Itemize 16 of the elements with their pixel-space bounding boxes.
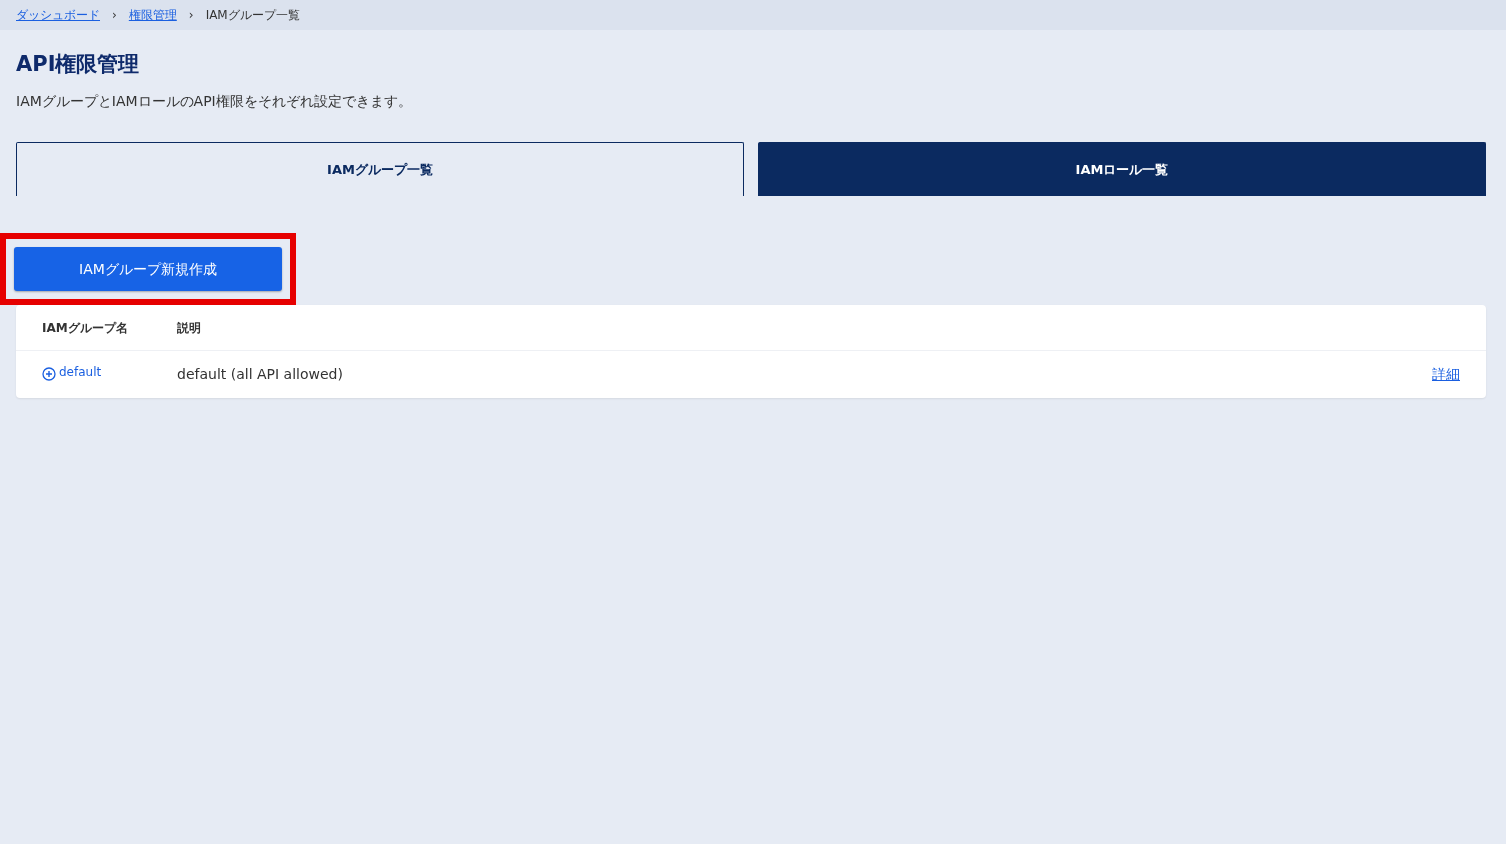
column-header: IAMグループ名 <box>42 319 129 337</box>
breadcrumb-separator: › <box>112 7 117 24</box>
plus-circle-icon <box>42 366 56 381</box>
breadcrumb-current: IAMグループ一覧 <box>205 7 300 24</box>
create-group-button[interactable]: IAMグループ新規作成 <box>14 247 282 292</box>
breadcrumb-separator: › <box>188 7 194 24</box>
detail-link[interactable]: 詳細 <box>1432 364 1460 386</box>
breadcrumb-link[interactable]: 権限管理 <box>128 6 177 24</box>
breadcrumb-link[interactable]: ダッシュボード <box>16 6 100 24</box>
page-title: API権限管理 <box>16 52 141 78</box>
page-description: IAMグループとIAMロールのAPI権限をそれぞれ設定できます。 <box>16 92 413 112</box>
group-link[interactable]: default <box>42 362 102 381</box>
table-cell-text: default (all API allowed) <box>177 365 344 385</box>
column-header: 説明 <box>177 319 202 337</box>
tab[interactable]: IAMグループ一覧 <box>16 142 744 197</box>
tab[interactable]: IAMロール一覧 <box>758 142 1486 197</box>
